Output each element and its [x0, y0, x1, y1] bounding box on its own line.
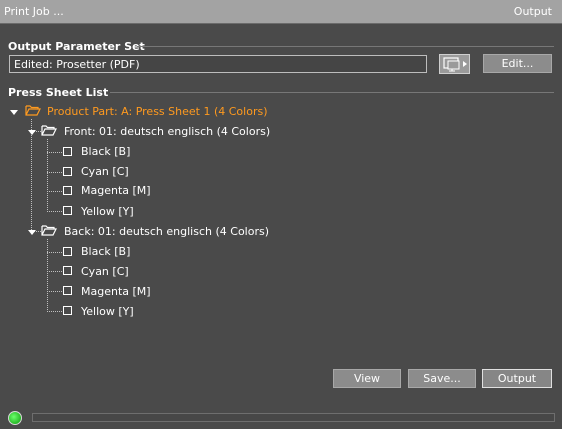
color-checkbox[interactable]	[63, 167, 72, 176]
color-item[interactable]: Cyan [C]	[81, 265, 129, 279]
color-item[interactable]: Black [B]	[81, 145, 130, 159]
monitor-icon	[443, 57, 467, 72]
color-item[interactable]: Magenta [M]	[81, 184, 151, 198]
color-item[interactable]: Black [B]	[81, 245, 130, 259]
window-title: Print Job ...	[4, 5, 64, 18]
section-divider	[137, 46, 554, 47]
section-divider	[110, 92, 554, 93]
save-button[interactable]: Save...	[408, 369, 476, 388]
product-part-item[interactable]: Product Part: A: Press Sheet 1 (4 Colors…	[47, 105, 267, 119]
view-button[interactable]: View	[333, 369, 401, 388]
folder-open-icon	[41, 225, 57, 236]
output-parameter-set-field[interactable]: Edited: Prosetter (PDF)	[9, 55, 427, 73]
title-bar: Print Job ... Output	[0, 0, 562, 24]
edit-button[interactable]: Edit...	[483, 54, 552, 73]
collapse-arrow-icon[interactable]	[28, 230, 36, 235]
color-checkbox[interactable]	[63, 286, 72, 295]
color-item[interactable]: Yellow [Y]	[81, 205, 134, 219]
status-indicator	[8, 411, 22, 425]
color-checkbox[interactable]	[63, 306, 72, 315]
folder-open-icon	[41, 125, 57, 136]
color-checkbox[interactable]	[63, 206, 72, 215]
color-item[interactable]: Cyan [C]	[81, 165, 129, 179]
chevron-right-icon	[463, 61, 467, 67]
color-checkbox[interactable]	[63, 186, 72, 195]
color-item[interactable]: Magenta [M]	[81, 285, 151, 299]
front-side-item[interactable]: Front: 01: deutsch englisch (4 Colors)	[64, 125, 270, 139]
press-sheet-list-label: Press Sheet List	[8, 86, 109, 99]
color-checkbox[interactable]	[63, 147, 72, 156]
folder-open-icon	[25, 105, 41, 116]
output-button[interactable]: Output	[482, 369, 552, 388]
panel-title: Output	[513, 5, 552, 18]
color-checkbox[interactable]	[63, 266, 72, 275]
back-side-item[interactable]: Back: 01: deutsch englisch (4 Colors)	[64, 225, 269, 239]
collapse-arrow-icon[interactable]	[10, 110, 18, 115]
color-checkbox[interactable]	[63, 247, 72, 256]
color-item[interactable]: Yellow [Y]	[81, 305, 134, 319]
parameter-set-dropdown-button[interactable]	[439, 54, 470, 74]
collapse-arrow-icon[interactable]	[28, 130, 36, 135]
progress-bar	[32, 413, 555, 422]
output-parameter-set-label: Output Parameter Set	[8, 40, 145, 53]
